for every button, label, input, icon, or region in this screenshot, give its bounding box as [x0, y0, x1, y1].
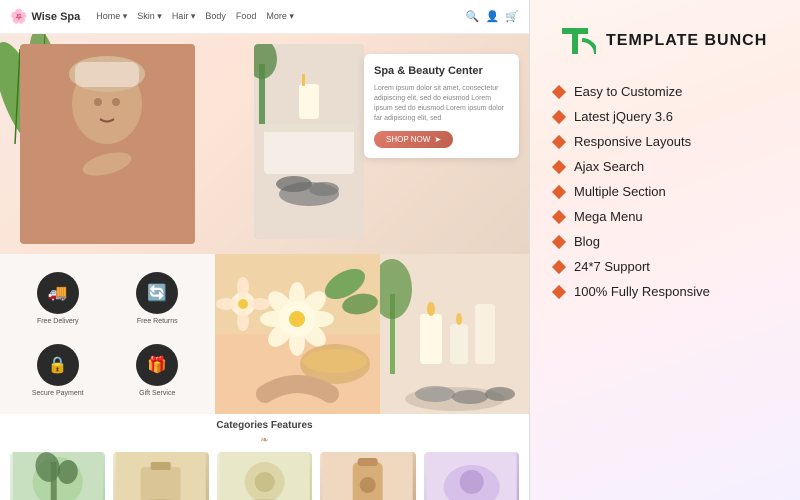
bullet-4	[552, 184, 566, 198]
search-icon[interactable]: 🔍	[466, 10, 480, 23]
feature-text-0: Easy to Customize	[574, 84, 682, 99]
feature-item-5: Mega Menu	[554, 209, 776, 224]
category-item-1[interactable]	[10, 452, 105, 500]
nav-icons: 🔍 👤 🛒	[466, 10, 519, 23]
service-icon-payment: 🔒 Secure Payment	[12, 344, 104, 397]
feature-item-3: Ajax Search	[554, 159, 776, 174]
feature-text-5: Mega Menu	[574, 209, 643, 224]
bullet-7	[552, 259, 566, 273]
service-icons-area: 🚚 Free Delivery 🔄 Free Returns 🔒 Secure …	[0, 254, 215, 414]
feature-item-6: Blog	[554, 234, 776, 249]
feature-text-8: 100% Fully Responsive	[574, 284, 710, 299]
middle-section: 🚚 Free Delivery 🔄 Free Returns 🔒 Secure …	[0, 254, 529, 414]
service-icon-delivery: 🚚 Free Delivery	[12, 272, 104, 325]
template-bunch-logo: TEMPLATE BUNCH	[554, 20, 776, 62]
logo-text: Wise Spa	[31, 11, 80, 23]
gift-icon: 🎁	[136, 344, 178, 386]
nav-links: Home ▾ Skin ▾ Hair ▾ Body Food More ▾	[96, 11, 294, 22]
categories-title: Categories Features	[10, 420, 519, 431]
delivery-icon: 🚚	[37, 272, 79, 314]
feature-item-4: Multiple Section	[554, 184, 776, 199]
hero-section: Spa & Beauty Center Lorem ipsum dolor si…	[0, 34, 529, 254]
returns-label: Free Returns	[137, 318, 178, 325]
feature-text-7: 24*7 Support	[574, 259, 650, 274]
bullet-3	[552, 159, 566, 173]
returns-icon: 🔄	[136, 272, 178, 314]
category-item-2[interactable]	[113, 452, 208, 500]
site-logo[interactable]: 🌸 Wise Spa	[10, 8, 80, 25]
spa-products-image	[380, 254, 529, 414]
hero-text-box: Spa & Beauty Center Lorem ipsum dolor si…	[364, 54, 519, 158]
nav-skin[interactable]: Skin ▾	[137, 11, 162, 22]
category-item-4[interactable]	[320, 452, 415, 500]
right-panel: TEMPLATE BUNCH Easy to Customize Latest …	[530, 0, 800, 500]
bullet-8	[552, 284, 566, 298]
bullet-0	[552, 84, 566, 98]
feature-text-4: Multiple Section	[574, 184, 666, 199]
tb-name-text: TEMPLATE BUNCH	[606, 32, 767, 50]
categories-divider: ❧	[10, 435, 519, 446]
hero-description: Lorem ipsum dolor sit amet, consectetur …	[374, 84, 509, 123]
feature-item-1: Latest jQuery 3.6	[554, 109, 776, 124]
nav-home[interactable]: Home ▾	[96, 11, 127, 22]
flowers-spa-image	[215, 254, 380, 414]
feature-item-8: 100% Fully Responsive	[554, 284, 776, 299]
arrow-icon: ➤	[434, 135, 441, 144]
logo-icon: 🌸	[10, 8, 27, 25]
tb-logo-icon	[554, 20, 596, 62]
tb-brand-name: TEMPLATE BUNCH	[606, 32, 767, 50]
bullet-5	[552, 209, 566, 223]
nav-body[interactable]: Body	[205, 11, 226, 22]
nav-hair[interactable]: Hair ▾	[172, 11, 196, 22]
service-icon-returns: 🔄 Free Returns	[112, 272, 204, 325]
nav-more[interactable]: More ▾	[266, 11, 294, 22]
feature-item-0: Easy to Customize	[554, 84, 776, 99]
nav-food[interactable]: Food	[236, 11, 257, 22]
shop-now-label: SHOP NOW	[386, 135, 430, 144]
hero-title: Spa & Beauty Center	[374, 64, 509, 78]
cart-icon[interactable]: 🛒	[505, 10, 519, 23]
shop-now-button[interactable]: SHOP NOW ➤	[374, 131, 453, 148]
bullet-6	[552, 234, 566, 248]
feature-text-3: Ajax Search	[574, 159, 644, 174]
gift-label: Gift Service	[139, 390, 175, 397]
navbar: 🌸 Wise Spa Home ▾ Skin ▾ Hair ▾ Body Foo…	[0, 0, 529, 34]
categories-section: Categories Features ❧	[0, 414, 529, 500]
feature-text-1: Latest jQuery 3.6	[574, 109, 673, 124]
delivery-label: Free Delivery	[37, 318, 79, 325]
spa-items-image	[254, 44, 364, 239]
features-list: Easy to Customize Latest jQuery 3.6 Resp…	[554, 84, 776, 299]
payment-label: Secure Payment	[32, 390, 84, 397]
bullet-2	[552, 134, 566, 148]
left-panel: 🌸 Wise Spa Home ▾ Skin ▾ Hair ▾ Body Foo…	[0, 0, 530, 500]
feature-text-6: Blog	[574, 234, 600, 249]
category-item-3[interactable]	[217, 452, 312, 500]
user-icon[interactable]: 👤	[486, 10, 500, 23]
category-item-5[interactable]	[424, 452, 519, 500]
service-icon-gift: 🎁 Gift Service	[112, 344, 204, 397]
feature-item-2: Responsive Layouts	[554, 134, 776, 149]
feature-text-2: Responsive Layouts	[574, 134, 691, 149]
feature-item-7: 24*7 Support	[554, 259, 776, 274]
hero-woman-image	[20, 44, 195, 244]
payment-icon: 🔒	[37, 344, 79, 386]
bullet-1	[552, 109, 566, 123]
category-items-list	[10, 452, 519, 500]
